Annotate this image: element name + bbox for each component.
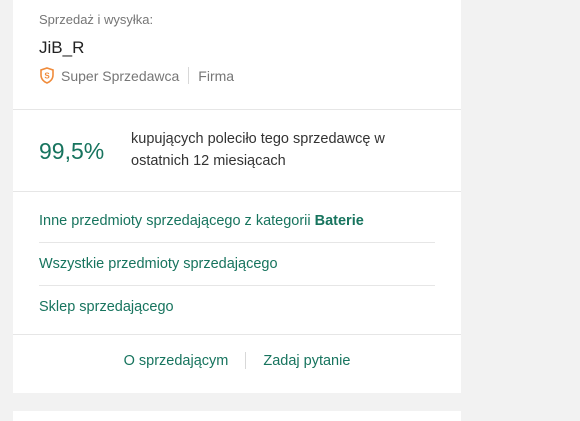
divider [13, 191, 461, 192]
next-card-top [13, 411, 461, 421]
about-seller-link[interactable]: O sprzedającym [124, 353, 229, 369]
all-items-link[interactable]: Wszystkie przedmioty sprzedającego [39, 243, 435, 286]
footer-divider [245, 352, 247, 369]
divider [13, 334, 461, 335]
footer-links: O sprzedającym Zadaj pytanie [13, 352, 461, 369]
category-name: Baterie [314, 213, 364, 229]
seller-info: Sprzedaż i wysyłka: JiB_R S Super Sprzed… [39, 12, 461, 84]
recommendation-rating: 99,5% kupujących poleciło tego sprzedawc… [39, 128, 431, 172]
rating-text: kupujących poleciło tego sprzedawcę w os… [131, 131, 385, 169]
super-seller-shield-icon: S [39, 67, 55, 84]
store-link[interactable]: Sklep sprzedającego [39, 286, 435, 328]
divider [13, 109, 461, 110]
seller-card: Sprzedaż i wysyłka: JiB_R S Super Sprzed… [13, 0, 461, 393]
meta-divider [188, 67, 190, 84]
seller-type-label: Firma [198, 67, 235, 84]
category-items-link[interactable]: Inne przedmioty sprzedającego z kategori… [39, 200, 435, 243]
rating-value: 99,5% [39, 138, 105, 164]
section-label: Sprzedaż i wysyłka: [39, 12, 154, 27]
ask-question-link[interactable]: Zadaj pytanie [263, 353, 350, 369]
svg-text:S: S [44, 72, 50, 81]
super-seller-label: Super Sprzedawca [61, 67, 180, 84]
seller-meta: S Super Sprzedawca Firma [39, 67, 461, 84]
seller-links: Inne przedmioty sprzedającego z kategori… [39, 200, 435, 328]
seller-name[interactable]: JiB_R [39, 38, 461, 58]
category-items-link-text: Inne przedmioty sprzedającego z kategori… [39, 213, 311, 229]
